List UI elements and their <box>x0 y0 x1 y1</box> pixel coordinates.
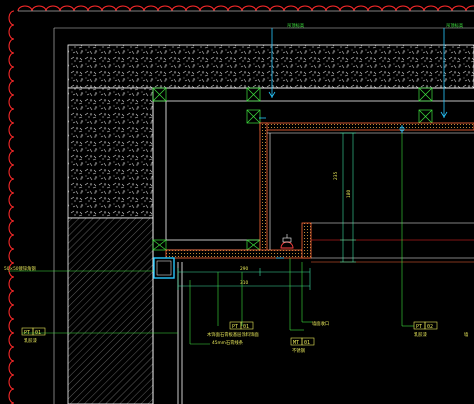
material-tag-right: PT 02 乳胶漆 <box>413 321 438 338</box>
right-edge-labels: 墙 <box>464 331 469 338</box>
material-tag-mid: PT 01 木饰面 石膏板基层涂料饰面 45mm石膏线条 <box>207 321 259 346</box>
svg-text:45mm石膏线条: 45mm石膏线条 <box>212 339 244 346</box>
downlight-icon <box>280 234 294 249</box>
dim-vertical-2: 180 <box>346 190 352 198</box>
svg-text:乳胶漆: 乳胶漆 <box>24 337 38 344</box>
material-tag-left: PT 01 乳胶漆 <box>21 327 46 344</box>
cad-detail-drawing: 吊顶标高 吊顶标高 50×50镀锌角钢 235 180 290 310 PT 0… <box>4 5 474 404</box>
wall-lines <box>152 87 474 404</box>
svg-text:02: 02 <box>427 324 433 330</box>
svg-text:墙: 墙 <box>464 331 469 338</box>
svg-text:01: 01 <box>304 340 310 346</box>
svg-text:墙面收口: 墙面收口 <box>312 320 329 327</box>
top-note-right: 吊顶标高 <box>446 22 464 29</box>
svg-text:乳胶漆: 乳胶漆 <box>414 331 428 338</box>
svg-text:木饰面: 木饰面 <box>207 331 221 338</box>
svg-text:不锈钢: 不锈钢 <box>292 347 305 354</box>
concrete-slab <box>67 44 474 89</box>
left-side-note: 50×50镀锌角钢 <box>4 265 36 272</box>
dim-horizontal-2: 310 <box>240 280 248 286</box>
svg-text:PT: PT <box>416 324 422 330</box>
svg-text:01: 01 <box>35 330 41 336</box>
dim-horizontal-1: 290 <box>240 266 248 272</box>
material-tag-mt: MT 01 不锈钢 <box>290 337 315 354</box>
dim-vertical-1: 235 <box>333 172 339 180</box>
steel-column-icon <box>153 257 175 279</box>
concrete-column <box>67 87 154 404</box>
hanger-crosses <box>152 87 433 251</box>
mt-leader-note: 墙面收口 <box>312 320 329 327</box>
svg-text:PT: PT <box>24 330 30 336</box>
cove-framing <box>165 122 474 263</box>
top-note-left: 吊顶标高 <box>287 22 305 29</box>
svg-text:01: 01 <box>243 324 249 330</box>
svg-text:石膏板基层涂料饰面: 石膏板基层涂料饰面 <box>220 331 259 338</box>
svg-text:PT: PT <box>232 324 238 330</box>
svg-text:MT: MT <box>293 340 299 346</box>
